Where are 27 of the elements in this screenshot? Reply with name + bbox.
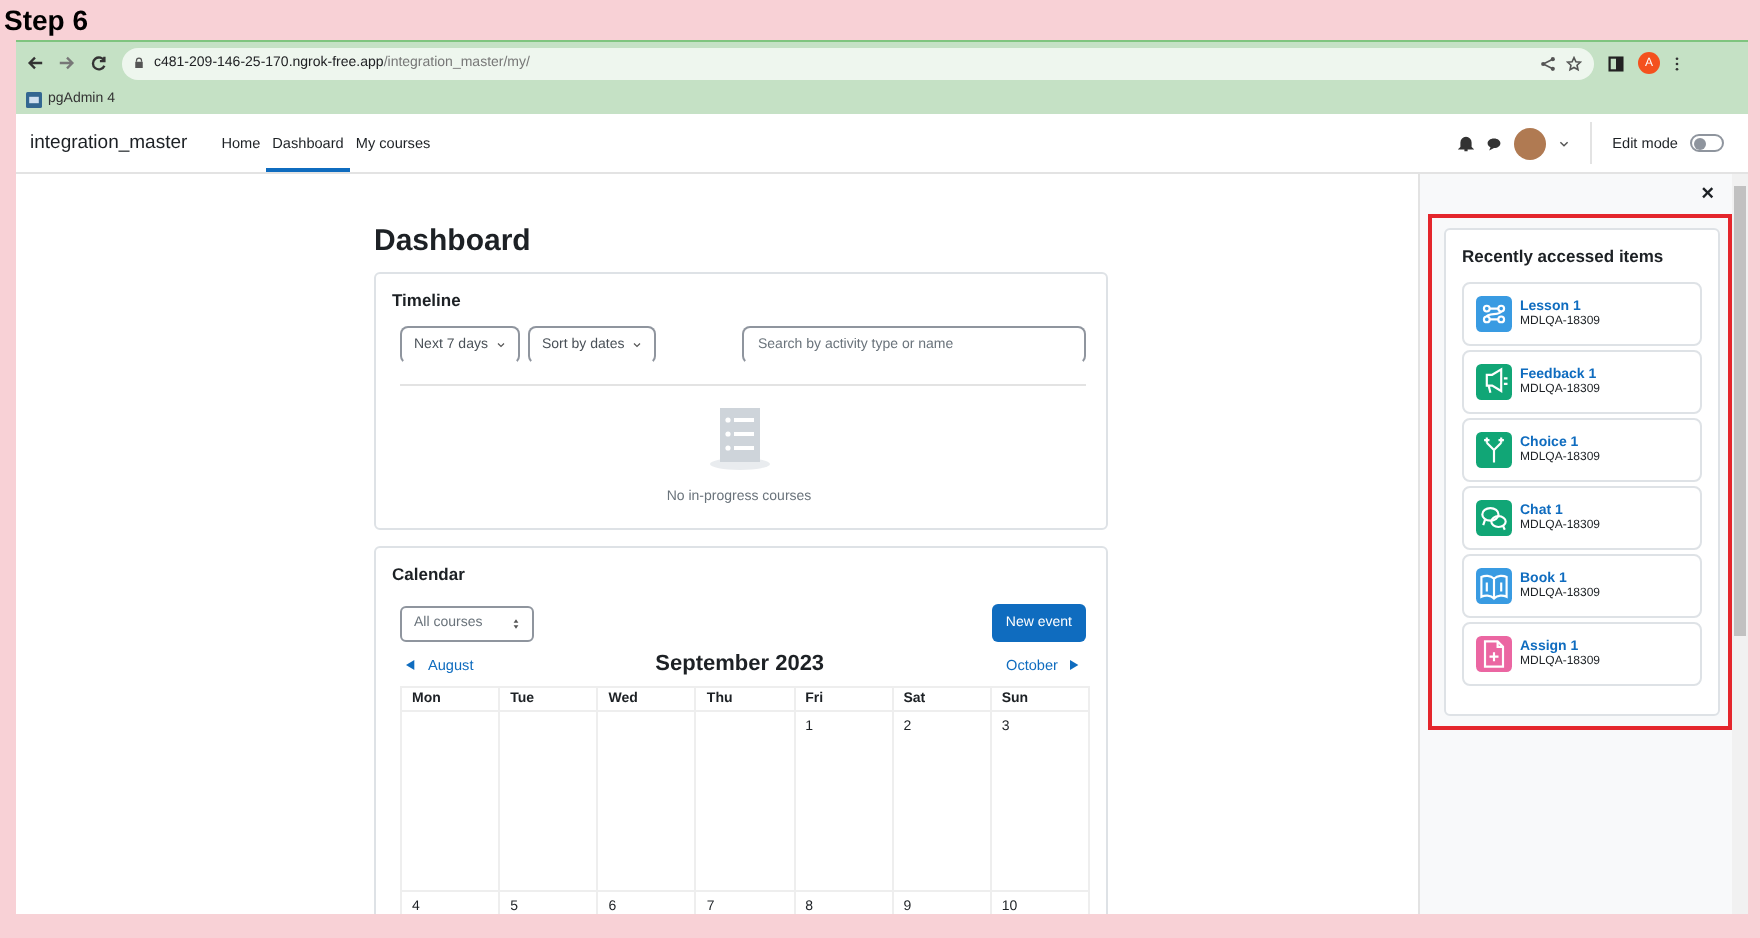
right-triangle-icon — [1069, 659, 1080, 669]
section-title: Recently accessed items — [1462, 246, 1666, 266]
step-heading: Step 6 — [4, 4, 89, 36]
card-title: Calendar — [392, 564, 467, 584]
card-title: Timeline — [392, 290, 463, 310]
chat-icon[interactable] — [1486, 135, 1503, 151]
month-title: September 2023 — [655, 652, 825, 676]
star-icon[interactable] — [1566, 55, 1582, 71]
avatar-icon[interactable] — [1514, 127, 1547, 159]
share-icon[interactable] — [1540, 55, 1556, 71]
caret-icon — [632, 340, 643, 350]
caret-icon — [495, 340, 506, 350]
back-icon[interactable] — [26, 54, 44, 72]
forward-icon[interactable] — [58, 54, 76, 72]
lock-icon — [134, 56, 144, 70]
edit-mode-toggle[interactable] — [1690, 134, 1724, 152]
site-name[interactable]: integration_master — [30, 114, 188, 172]
sort-icon — [512, 617, 520, 629]
page-title: Dashboard — [374, 224, 533, 260]
caret-icon[interactable] — [1558, 137, 1571, 149]
bell-icon[interactable] — [1458, 135, 1475, 151]
close-button[interactable]: × — [1695, 182, 1720, 206]
side-panel-icon[interactable] — [1608, 55, 1624, 71]
left-triangle-icon — [406, 659, 416, 669]
reload-icon[interactable] — [90, 54, 108, 72]
database-icon — [26, 91, 42, 107]
menu-icon[interactable] — [1674, 55, 1680, 71]
